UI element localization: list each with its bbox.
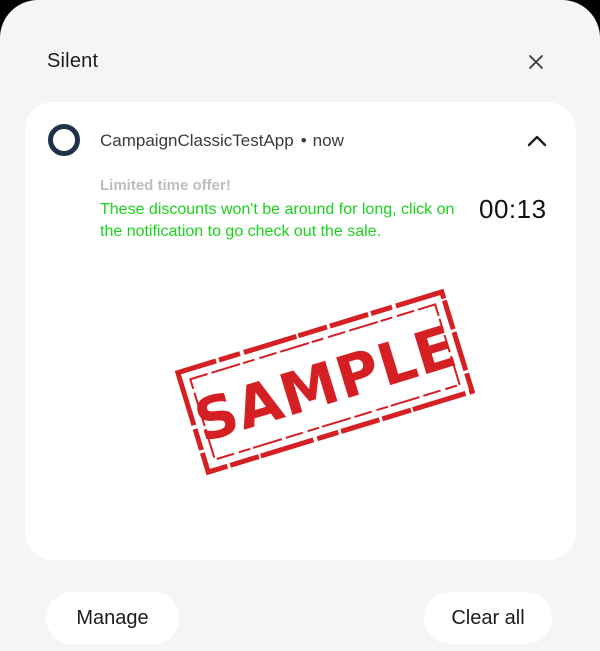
close-icon <box>529 55 543 69</box>
notification-body: These discounts won't be around for long… <box>100 201 455 240</box>
collapse-button[interactable] <box>520 124 554 158</box>
notification-time: now <box>312 131 344 150</box>
notification-panel: Silent CampaignClassicTestApp • now Limite… <box>0 0 600 651</box>
manage-button[interactable]: Manage <box>46 592 179 644</box>
app-name: CampaignClassicTestApp <box>100 131 294 150</box>
clear-all-button[interactable]: Clear all <box>424 592 552 644</box>
sample-stamp-image: SAMPLE <box>174 288 476 476</box>
close-button[interactable] <box>521 47 551 77</box>
notification-header: CampaignClassicTestApp • now <box>100 131 344 151</box>
notification-card[interactable]: CampaignClassicTestApp • now Limited time … <box>25 102 576 560</box>
notification-timer: 00:13 <box>479 194 547 224</box>
header-separator: • <box>300 131 307 150</box>
app-ring-icon <box>48 124 80 156</box>
section-title: Silent <box>47 50 99 72</box>
notification-title: Limited time offer! <box>100 177 231 194</box>
chevron-up-icon <box>527 135 547 147</box>
